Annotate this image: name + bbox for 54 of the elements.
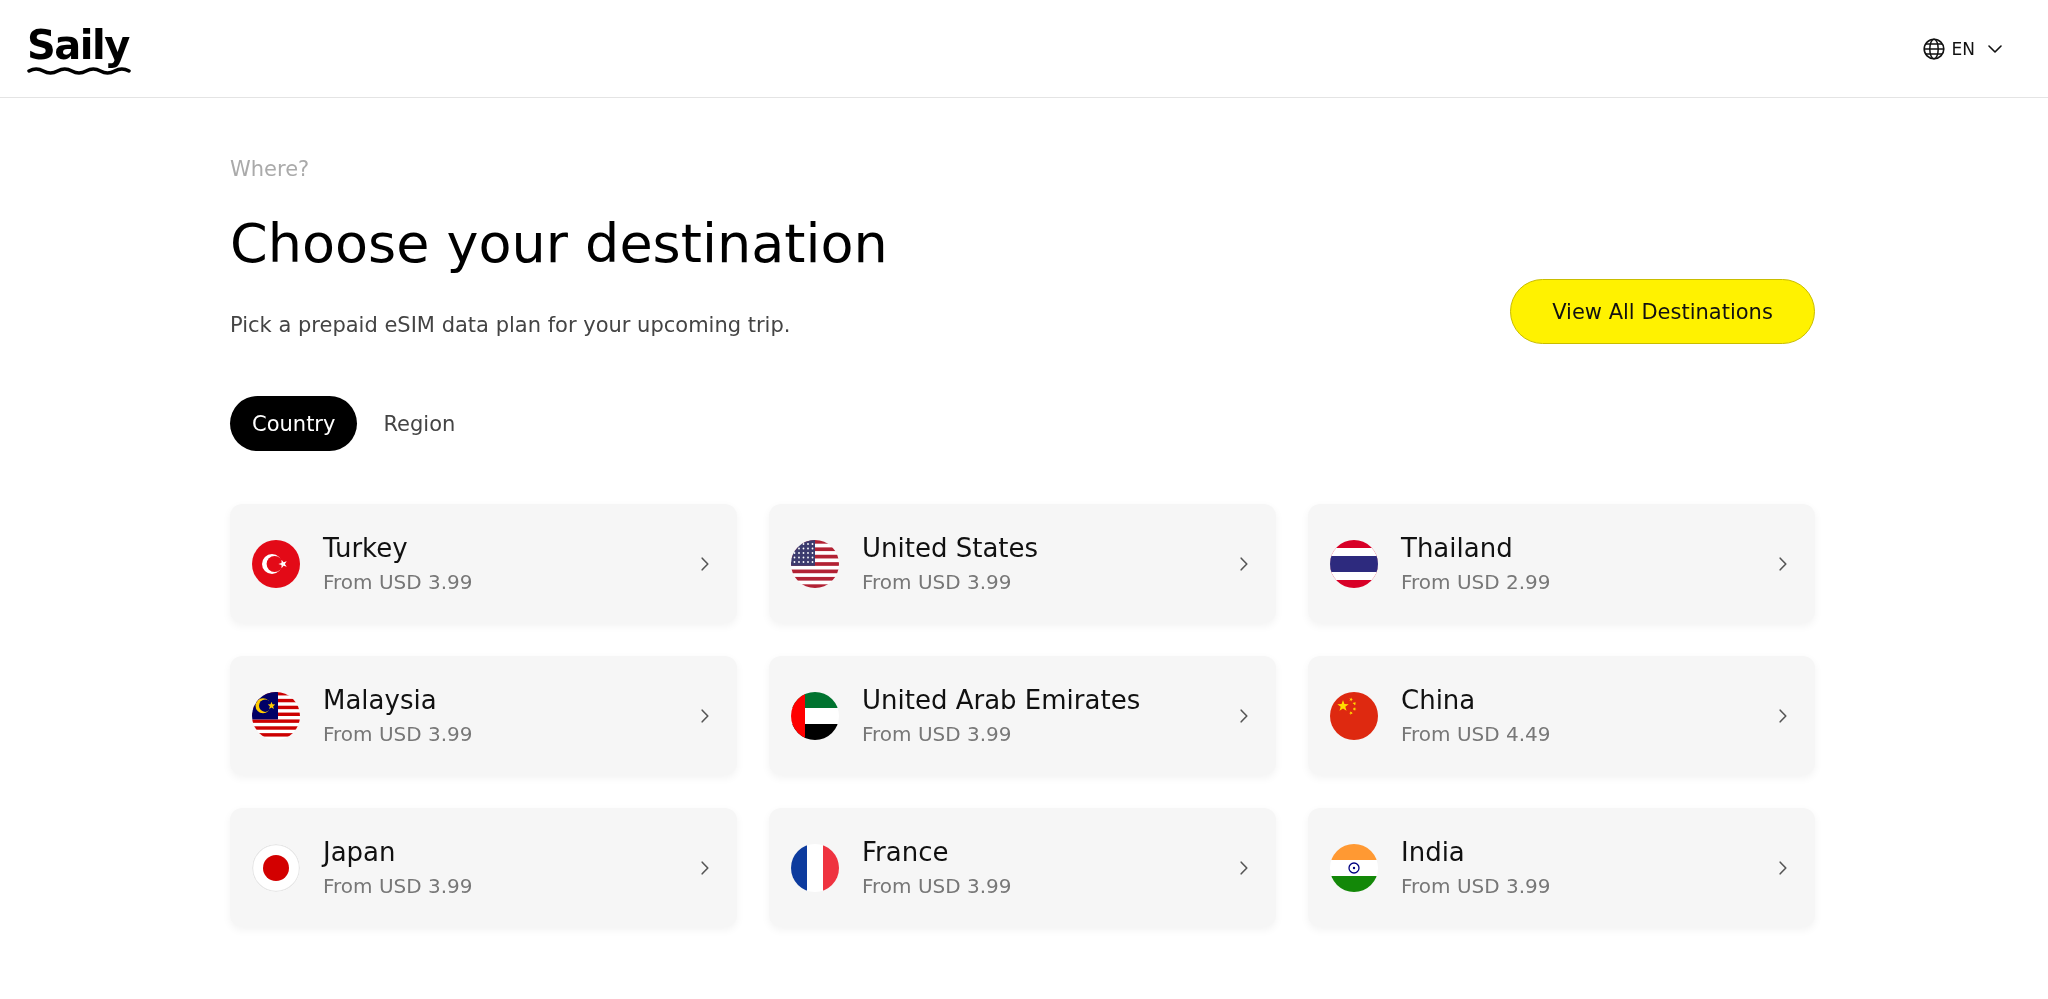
destination-card[interactable]: Turkey From USD 3.99 (230, 504, 737, 623)
chevron-right-icon (1240, 708, 1248, 723)
price-text: From USD 2.99 (1401, 570, 1551, 595)
language-selector[interactable]: EN (1922, 31, 2002, 66)
thailand-flag-icon (1330, 539, 1378, 588)
destination-card[interactable]: France From USD 3.99 (769, 808, 1276, 927)
price-text: From USD 4.49 (1401, 722, 1551, 747)
country-name: France (862, 836, 949, 868)
destination-card[interactable]: Thailand From USD 2.99 (1308, 504, 1815, 623)
filter-tab[interactable]: Country (230, 396, 358, 451)
chevron-right-icon (701, 708, 709, 723)
logo-text[interactable]: Saily (27, 21, 129, 68)
price-text: From USD 3.99 (323, 570, 473, 595)
france-flag-icon (791, 843, 839, 892)
destination-card[interactable]: Japan From USD 3.99 (230, 808, 737, 927)
chevron-right-icon (701, 556, 709, 571)
price-text: From USD 3.99 (862, 570, 1012, 595)
chevron-right-icon (1779, 708, 1787, 723)
price-text: From USD 3.99 (323, 722, 473, 747)
chevron-right-icon (1240, 860, 1248, 875)
destination-card[interactable]: Malaysia From USD 3.99 (230, 656, 737, 775)
country-name: Thailand (1401, 532, 1513, 564)
page-title: Choose your destination (230, 214, 888, 274)
chevron-right-icon (701, 860, 709, 875)
filter-tab[interactable]: Region (361, 396, 478, 451)
destination-card[interactable]: India From USD 3.99 (1308, 808, 1815, 927)
india-flag-icon (1330, 843, 1378, 892)
country-name: Japan (323, 836, 396, 868)
view-all-destinations-button[interactable]: View All Destinations (1510, 279, 1815, 344)
subtitle-text: Pick a prepaid eSIM data plan for your upcoming trip. (230, 312, 792, 338)
country-name: China (1401, 684, 1476, 716)
destination-card[interactable]: China From USD 4.49 (1308, 656, 1815, 775)
chevron-right-icon (1779, 556, 1787, 571)
uae-flag-icon (791, 691, 839, 740)
country-name: United States (862, 532, 1039, 564)
globe-icon (1922, 37, 1945, 60)
price-text: From USD 3.99 (1401, 874, 1551, 899)
malaysia-flag-icon (252, 691, 300, 740)
price-text: From USD 3.99 (323, 874, 473, 899)
eyebrow-text: Where? (230, 156, 311, 182)
country-name: India (1401, 836, 1465, 868)
chevron-down-icon (1988, 44, 2002, 53)
chevron-right-icon (1779, 860, 1787, 875)
destination-card[interactable]: United States From USD 3.99 (769, 504, 1276, 623)
country-name: United Arab Emirates (862, 684, 1141, 716)
price-text: From USD 3.99 (862, 722, 1012, 747)
turkey-flag-icon (252, 539, 300, 588)
destination-card[interactable]: United Arab Emirates From USD 3.99 (769, 656, 1276, 775)
united-states-flag-icon (791, 539, 839, 588)
price-text: From USD 3.99 (862, 874, 1012, 899)
country-name: Malaysia (323, 684, 437, 716)
country-name: Turkey (323, 532, 408, 564)
china-flag-icon (1330, 691, 1378, 740)
chevron-right-icon (1240, 556, 1248, 571)
